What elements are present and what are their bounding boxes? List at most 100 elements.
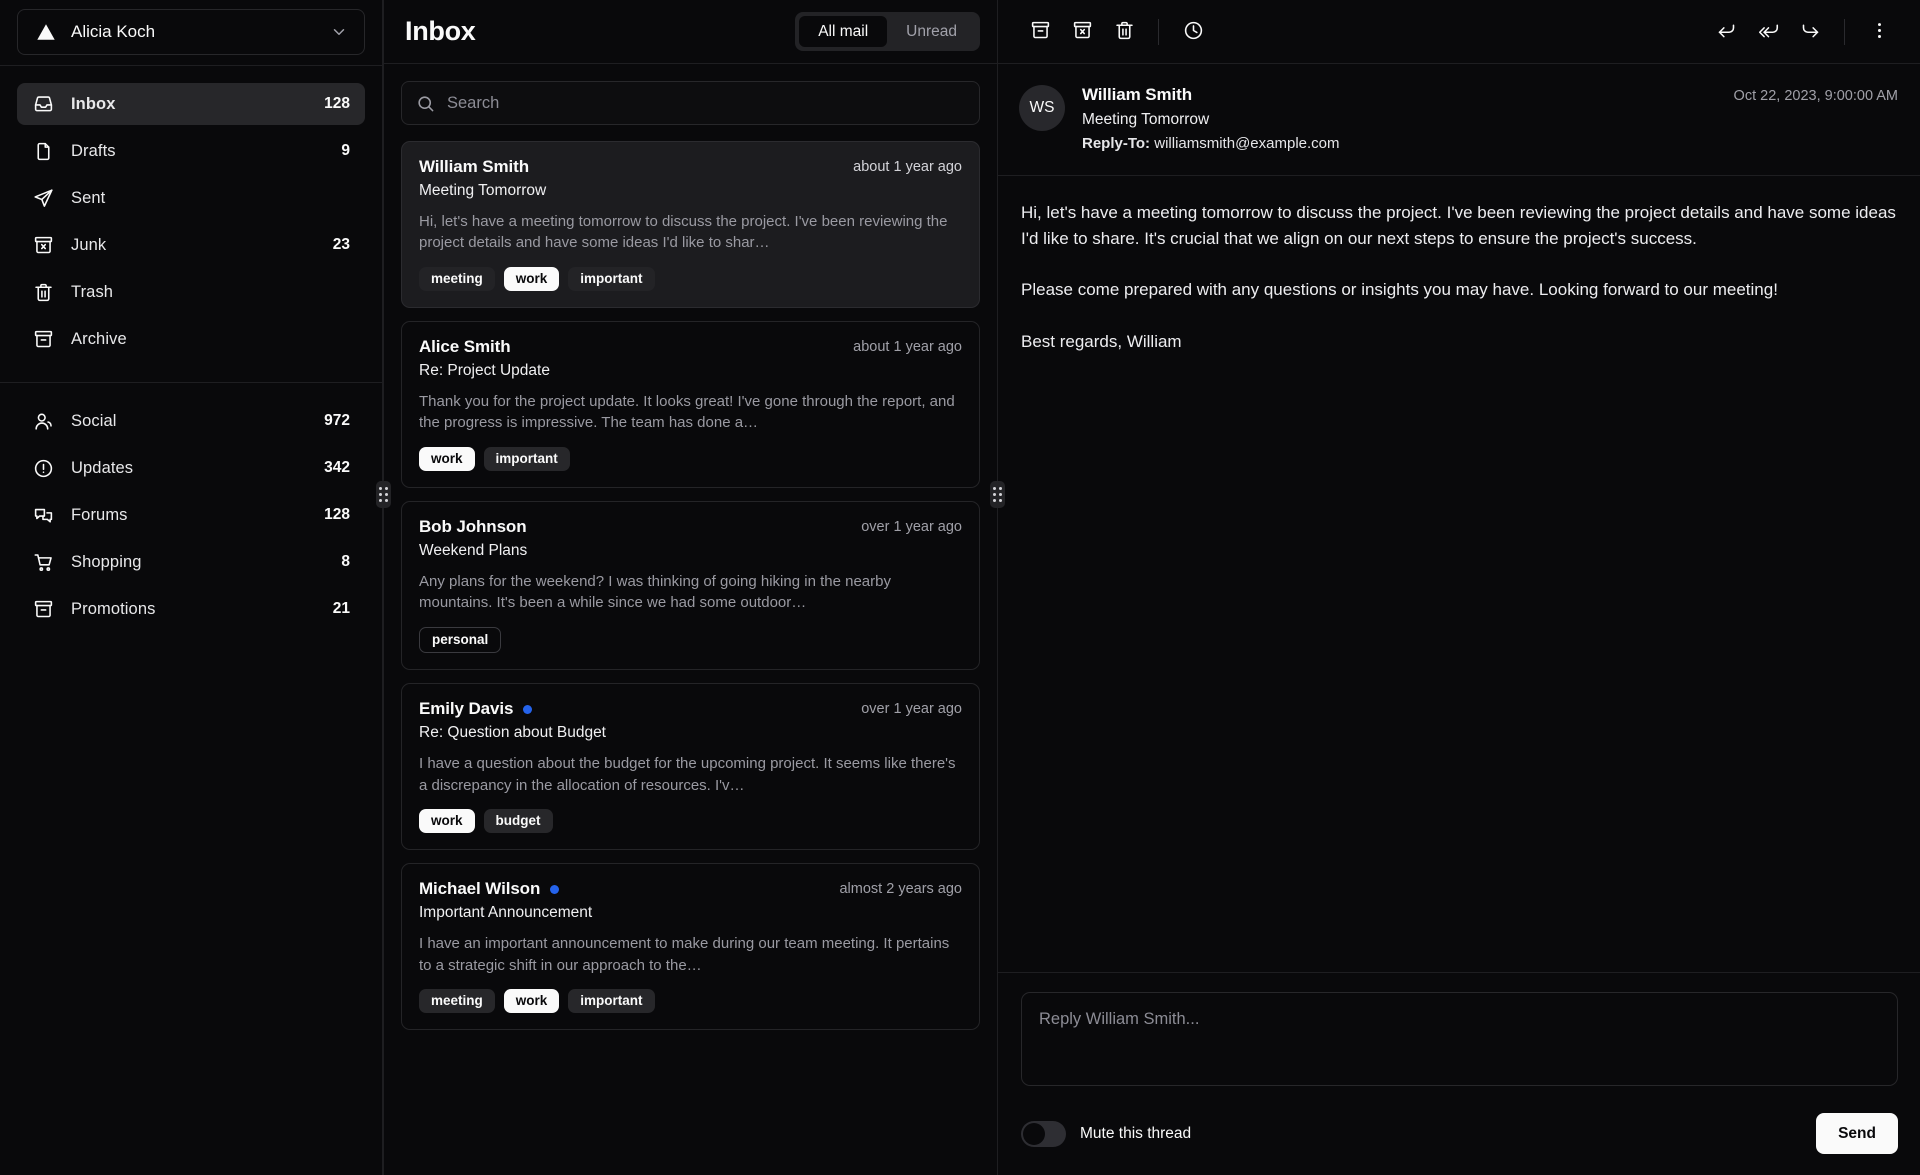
sidebar-item-promotions[interactable]: Promotions 21 <box>17 588 365 630</box>
mail-subject: Weekend Plans <box>419 542 528 560</box>
sidebar-item-updates[interactable]: Updates 342 <box>17 447 365 489</box>
mail-sender: William Smith <box>419 157 530 176</box>
mail-date: about 1 year ago <box>853 159 962 175</box>
archive-icon <box>1030 20 1051 44</box>
sidebar-item-label: Archive <box>71 329 127 348</box>
reply-button[interactable] <box>1705 11 1747 53</box>
mail-subject: Important Announcement <box>419 904 593 922</box>
mail-date: over 1 year ago <box>861 701 962 718</box>
mail-list-item[interactable]: Emily Davis over 1 year ago Re: Question a… <box>401 683 980 851</box>
send-button[interactable]: Send <box>1816 1113 1898 1154</box>
account-switcher[interactable]: Alicia Koch <box>17 9 365 55</box>
sidebar-item-count: 128 <box>324 95 350 112</box>
toolbar-divider <box>1158 18 1159 45</box>
mail-sender: Alice Smith <box>419 337 511 357</box>
mail-tag[interactable]: budget <box>483 808 553 834</box>
mail-tag[interactable]: meeting <box>419 266 495 292</box>
search-box[interactable] <box>401 81 980 125</box>
mail-list-item[interactable]: Michael Wilson almost 2 years ago Importan… <box>401 863 980 1031</box>
mail-tag[interactable]: work <box>419 808 475 834</box>
mute-thread-toggle[interactable] <box>1021 1120 1066 1147</box>
triangle-logo-icon <box>35 21 57 43</box>
sidebar-item-label: Trash <box>71 282 114 301</box>
mail-tag[interactable]: personal <box>419 626 502 654</box>
search-icon <box>416 94 435 113</box>
mail-sender: Michael Wilson <box>419 879 541 899</box>
snooze-button[interactable] <box>1172 11 1214 53</box>
mail-preview: Any plans for the weekend? I was thinkin… <box>419 573 891 612</box>
reply-composer: Mute this thread Send <box>998 972 1920 1175</box>
sidebar-nav-primary: Inbox 128 Drafts 9 Sent Junk 23 Trash Archive <box>0 66 382 365</box>
archive-button[interactable] <box>1019 11 1061 53</box>
sidebar-item-drafts[interactable]: Drafts 9 <box>17 130 365 172</box>
tab-all-mail[interactable]: All mail <box>799 16 888 47</box>
forward-button[interactable] <box>1789 11 1831 53</box>
search-input[interactable] <box>447 93 965 113</box>
mail-date: almost 2 years ago <box>839 881 962 898</box>
sidebar-item-junk[interactable]: Junk 23 <box>17 224 365 266</box>
sidebar-item-sent[interactable]: Sent <box>17 177 365 219</box>
message-header: WS William Smith Meeting Tomorrow Reply-… <box>998 64 1920 176</box>
archive-icon <box>33 599 54 620</box>
forward-icon <box>1800 20 1821 44</box>
mail-subject: Meeting Tomorrow <box>419 182 547 199</box>
account-switcher-container: Alicia Koch <box>0 0 382 66</box>
sidebar-item-label: Forums <box>71 505 128 524</box>
mail-tag[interactable]: work <box>503 266 560 292</box>
mail-list-item[interactable]: Alice Smith about 1 year ago Re: Project U… <box>401 321 980 489</box>
move-to-junk-button[interactable] <box>1061 11 1103 53</box>
message-reply-to: Reply-To: williamsmith@example.com <box>1082 135 1717 152</box>
reply-icon <box>1716 20 1737 44</box>
mail-tag[interactable]: meeting <box>419 988 495 1014</box>
trash-icon <box>1114 20 1135 44</box>
mail-list: William Smith about 1 year ago Meeting Tom… <box>384 141 997 1175</box>
chevron-down-icon <box>330 23 348 41</box>
unread-dot-icon <box>523 704 533 714</box>
sidebar-item-shopping[interactable]: Shopping 8 <box>17 541 365 583</box>
sidebar-item-trash[interactable]: Trash <box>17 271 365 313</box>
page-title: Inbox <box>405 16 476 46</box>
mail-app: Alicia Koch Inbox 128 Drafts 9 Sent Junk 23 Tra… <box>0 0 1920 1175</box>
composer-actions: Mute this thread Send <box>1021 1113 1898 1154</box>
tab-unread[interactable]: Unread <box>887 16 976 47</box>
mail-preview: I have a question about the budget for t… <box>419 755 956 794</box>
mail-tags: meeting work important <box>419 266 962 292</box>
mail-tags: work budget <box>419 808 962 834</box>
mail-sender: Bob Johnson <box>419 517 527 537</box>
archive-icon <box>33 329 54 350</box>
mail-tag[interactable]: work <box>419 446 475 472</box>
users-icon <box>33 411 54 432</box>
sidebar-item-inbox[interactable]: Inbox 128 <box>17 83 365 125</box>
sidebar-item-forums[interactable]: Forums 128 <box>17 494 365 536</box>
message-header-main: William Smith Meeting Tomorrow Reply-To:… <box>1082 85 1717 152</box>
mail-subject: Re: Project Update <box>419 362 550 380</box>
resize-handle-sidebar[interactable] <box>376 0 391 1175</box>
mail-tag[interactable]: important <box>568 266 655 292</box>
archive-x-icon <box>1072 20 1093 44</box>
resize-handle-list[interactable] <box>990 0 1005 1175</box>
sidebar-item-social[interactable]: Social 972 <box>17 400 365 442</box>
mail-list-item[interactable]: Bob Johnson over 1 year ago Weekend Plans A… <box>401 501 980 671</box>
message-subject: Meeting Tomorrow <box>1082 111 1210 128</box>
mail-tag[interactable]: important <box>483 446 570 472</box>
reply-textarea[interactable] <box>1021 992 1898 1086</box>
mute-thread-label[interactable]: Mute this thread <box>1080 1125 1191 1143</box>
sidebar-item-count: 972 <box>324 412 350 429</box>
mail-tag[interactable]: work <box>503 988 560 1014</box>
reply-all-icon <box>1758 20 1779 44</box>
move-to-trash-button[interactable] <box>1103 11 1145 53</box>
unread-dot-icon <box>550 884 560 894</box>
sidebar: Alicia Koch Inbox 128 Drafts 9 Sent Junk 23 Tra… <box>0 0 383 1175</box>
sidebar-item-count: 342 <box>324 459 350 476</box>
more-options-button[interactable] <box>1858 11 1900 53</box>
mail-list-item[interactable]: William Smith about 1 year ago Meeting Tom… <box>401 141 980 309</box>
mail-tag[interactable]: important <box>568 988 655 1014</box>
mail-preview: Thank you for the project update. It loo… <box>419 393 955 432</box>
mail-date: over 1 year ago <box>861 519 962 536</box>
mail-subject: Re: Question about Budget <box>419 724 606 742</box>
grip-dots-icon <box>990 481 1005 508</box>
mail-sender: Emily Davis <box>419 699 514 719</box>
reply-all-button[interactable] <box>1747 11 1789 53</box>
sidebar-item-count: 128 <box>324 506 350 523</box>
sidebar-item-archive[interactable]: Archive <box>17 318 365 360</box>
